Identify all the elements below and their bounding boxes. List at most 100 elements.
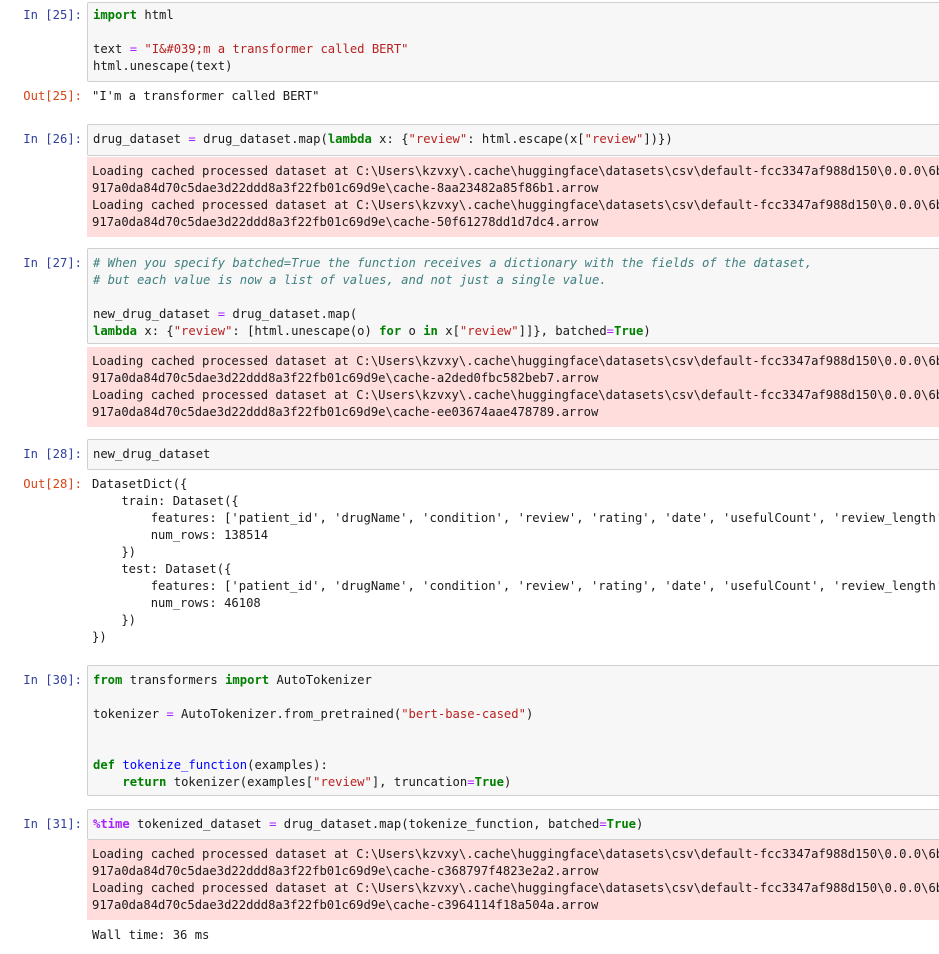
code-token: )	[643, 324, 651, 338]
code-token: o	[401, 324, 424, 338]
cell-31-in-prompt: In [31]:	[23, 817, 82, 831]
keyword: True	[606, 817, 637, 831]
code-token: drug_dataset	[93, 132, 189, 146]
cell-28-in-prompt: In [28]:	[23, 447, 82, 461]
code-token: (examples):	[247, 758, 328, 772]
cell-26-stderr: Loading cached processed dataset at C:\U…	[87, 157, 939, 237]
code-token: drug_dataset.map(tokenize_function, batc…	[276, 817, 600, 831]
code-comment: # but each value is now a list of values…	[93, 273, 607, 287]
cell-26-in-prompt: In [26]:	[23, 132, 82, 146]
code-token: transformers	[122, 673, 226, 687]
cell-26-input[interactable]: drug_dataset = drug_dataset.map(lambda x…	[87, 124, 939, 156]
code-line: tokenizer = AutoTokenizer.from_pretraine…	[93, 706, 939, 723]
cell-25-output: "I'm a transformer called BERT"	[87, 88, 939, 105]
string-literal: "review"	[459, 324, 519, 338]
cell-25-input[interactable]: import html text = "I&#039;m a transform…	[87, 2, 939, 82]
stderr-line: Loading cached processed dataset at C:\U…	[92, 354, 939, 368]
stderr-line: Loading cached processed dataset at C:\U…	[92, 164, 939, 178]
code-token: tokenizer(examples[	[166, 775, 314, 789]
string-literal: "review"	[173, 324, 233, 338]
cell-30-in-prompt: In [30]:	[23, 673, 82, 687]
code-line: drug_dataset = drug_dataset.map(lambda x…	[93, 131, 939, 148]
output-line: })	[92, 613, 137, 627]
code-token: AutoTokenizer.from_pretrained(	[173, 707, 402, 721]
operator: =	[467, 775, 475, 789]
string-literal: "review"	[408, 132, 468, 146]
keyword: True	[614, 324, 644, 338]
keyword: for	[379, 324, 402, 338]
string-literal: "review"	[584, 132, 644, 146]
output-line: })	[92, 545, 137, 559]
keyword: def	[93, 758, 116, 772]
cell-31-input[interactable]: %time tokenized_dataset = drug_dataset.m…	[87, 809, 939, 840]
code-line: import html	[93, 7, 939, 24]
string-literal: "bert-base-cased"	[401, 707, 526, 721]
code-token: drug_dataset.map(	[225, 307, 358, 321]
code-line: new_drug_dataset	[93, 447, 211, 461]
cell-25-out-prompt: Out[25]:	[23, 89, 82, 103]
function-name: tokenize_function	[122, 758, 248, 772]
keyword: from	[93, 673, 123, 687]
cell-27-input[interactable]: # When you specify batched=True the func…	[87, 248, 939, 344]
code-line: text = "I&#039;m a transformer called BE…	[93, 41, 939, 58]
code-line: def tokenize_function(examples):	[93, 757, 939, 774]
stderr-line: Loading cached processed dataset at C:\U…	[92, 198, 939, 212]
operator: =	[188, 132, 196, 146]
cell-31-output: Wall time: 36 ms	[87, 927, 939, 944]
keyword: in	[423, 324, 438, 338]
cell-28-input[interactable]: new_drug_dataset	[87, 439, 939, 470]
code-token: tokenized_dataset	[129, 817, 270, 831]
output-line: test: Dataset({	[92, 562, 232, 576]
code-line: html.unescape(text)	[93, 59, 233, 73]
keyword: return	[122, 775, 167, 789]
cell-25-in-prompt: In [25]:	[23, 8, 82, 22]
code-token: x[	[437, 324, 460, 338]
operator: =	[129, 42, 138, 56]
keyword: lambda	[327, 132, 372, 146]
output-line: DatasetDict({	[92, 477, 188, 491]
stderr-line: 917a0da84d70c5dae3d22ddd8a3f22fb01c69d9e…	[92, 181, 599, 195]
code-line: new_drug_dataset = drug_dataset.map(	[93, 306, 939, 323]
output-line: features: ['patient_id', 'drugName', 'co…	[92, 579, 939, 593]
operator: =	[606, 324, 615, 338]
stderr-line: Loading cached processed dataset at C:\U…	[92, 388, 939, 402]
code-token: text	[93, 42, 130, 56]
stderr-line: Loading cached processed dataset at C:\U…	[92, 881, 939, 895]
output-line: num_rows: 138514	[92, 528, 269, 542]
wall-time-text: Wall time: 36 ms	[92, 928, 210, 942]
string-literal: "review"	[313, 775, 372, 789]
stderr-line: 917a0da84d70c5dae3d22ddd8a3f22fb01c69d9e…	[92, 864, 599, 878]
cell-27-stderr: Loading cached processed dataset at C:\U…	[87, 347, 939, 427]
code-token: ]]}, batched	[518, 324, 607, 338]
code-token: : html.escape(x[	[467, 132, 585, 146]
operator: =	[217, 307, 226, 321]
code-token: )	[503, 775, 512, 789]
keyword: True	[474, 775, 504, 789]
keyword: import	[93, 8, 138, 22]
stderr-line: 917a0da84d70c5dae3d22ddd8a3f22fb01c69d9e…	[92, 405, 599, 419]
code-line: return tokenizer(examples["review"], tru…	[93, 774, 939, 791]
code-token: )	[636, 817, 644, 831]
code-comment: # When you specify batched=True the func…	[93, 256, 813, 270]
code-token: ], truncation	[371, 775, 468, 789]
keyword: import	[225, 673, 270, 687]
stderr-line: 917a0da84d70c5dae3d22ddd8a3f22fb01c69d9e…	[92, 371, 599, 385]
code-line: from transformers import AutoTokenizer	[93, 672, 939, 689]
code-line: %time tokenized_dataset = drug_dataset.m…	[93, 816, 939, 833]
output-line: features: ['patient_id', 'drugName', 'co…	[92, 511, 939, 525]
magic-command: %time	[93, 817, 130, 831]
code-token: )	[525, 707, 534, 721]
keyword: lambda	[93, 324, 138, 338]
code-token: : [html.unescape(o)	[232, 324, 380, 338]
code-token: ])})	[643, 132, 673, 146]
output-line: })	[92, 630, 107, 644]
cell-30-input[interactable]: from transformers import AutoTokenizer t…	[87, 665, 939, 796]
stderr-line: 917a0da84d70c5dae3d22ddd8a3f22fb01c69d9e…	[92, 215, 599, 229]
code-token: drug_dataset.map(	[195, 132, 328, 146]
